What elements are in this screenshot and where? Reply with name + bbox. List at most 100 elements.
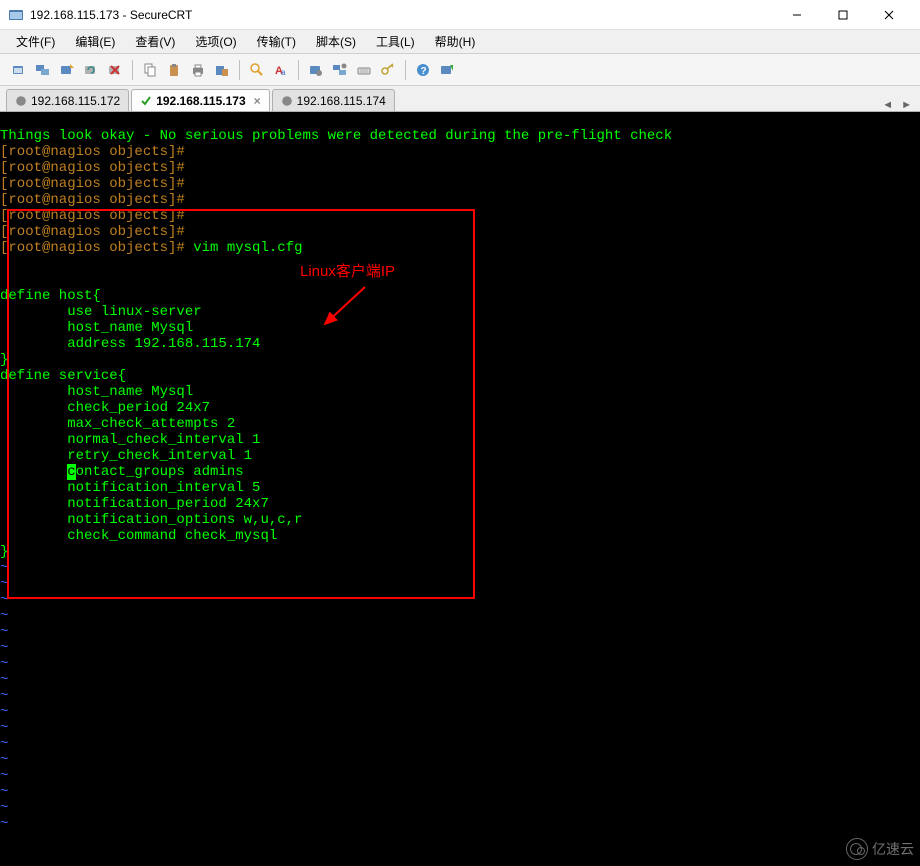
watermark-text: 亿速云 xyxy=(872,841,914,857)
toolbar-separator xyxy=(405,60,406,80)
app-icon xyxy=(8,7,24,23)
terminal-prompt: [root@nagios objects]# xyxy=(0,224,185,240)
bullet-icon xyxy=(15,95,27,107)
vim-tilde: ~ xyxy=(0,752,8,768)
menu-file[interactable]: 文件(F) xyxy=(8,31,63,52)
key-icon[interactable] xyxy=(377,59,399,81)
cfg-line: notification_interval 5 xyxy=(0,480,260,496)
cfg-line: check_command check_mysql xyxy=(0,528,277,544)
blank-line xyxy=(0,272,8,288)
cfg-line: notification_options w,u,c,r xyxy=(0,512,302,528)
paste-icon[interactable] xyxy=(163,59,185,81)
toolbar-separator xyxy=(298,60,299,80)
toolbar-separator xyxy=(132,60,133,80)
watermark: 亿速云 xyxy=(846,838,914,860)
terminal-prompt: [root@nagios objects]# xyxy=(0,240,185,256)
about-icon[interactable] xyxy=(436,59,458,81)
vim-tilde: ~ xyxy=(0,624,8,640)
cursor: c xyxy=(67,464,75,480)
global-options-icon[interactable] xyxy=(329,59,351,81)
window-title: 192.168.115.173 - SecureCRT xyxy=(30,8,774,22)
watermark-logo-icon xyxy=(846,838,868,860)
cfg-line: check_period 24x7 xyxy=(0,400,210,416)
vim-tilde: ~ xyxy=(0,576,8,592)
tab-prev-icon[interactable]: ◄ xyxy=(882,99,893,111)
cfg-line: } xyxy=(0,352,8,368)
terminal-prompt: [root@nagios objects]# xyxy=(0,144,185,160)
cfg-line: normal_check_interval 1 xyxy=(0,432,260,448)
toolbar-separator xyxy=(239,60,240,80)
toolbar: Aa ? xyxy=(0,54,920,86)
bullet-icon xyxy=(281,95,293,107)
paste-clipboard-icon[interactable] xyxy=(211,59,233,81)
annotation-label: Linux客户端IP xyxy=(300,264,395,280)
terminal-command xyxy=(185,240,193,256)
keyboard-icon[interactable] xyxy=(353,59,375,81)
cfg-line: retry_check_interval 1 xyxy=(0,448,252,464)
tabbar: 192.168.115.172 192.168.115.173 × 192.16… xyxy=(0,86,920,112)
cfg-line: host_name Mysql xyxy=(0,320,193,336)
terminal-prompt: [root@nagios objects]# xyxy=(0,192,185,208)
menu-help[interactable]: 帮助(H) xyxy=(427,31,484,52)
reconnect-icon[interactable] xyxy=(80,59,102,81)
tab-next-icon[interactable]: ► xyxy=(901,99,912,111)
terminal-command: vim mysql.cfg xyxy=(193,240,302,256)
terminal-prompt: [root@nagios objects]# xyxy=(0,208,185,224)
vim-tilde: ~ xyxy=(0,560,8,576)
cfg-line: host_name Mysql xyxy=(0,384,193,400)
svg-text:?: ? xyxy=(421,66,427,77)
titlebar: 192.168.115.173 - SecureCRT xyxy=(0,0,920,30)
terminal[interactable]: Things look okay - No serious problems w… xyxy=(0,112,920,866)
copy-icon[interactable] xyxy=(139,59,161,81)
maximize-button[interactable] xyxy=(820,0,866,30)
tab-session-2[interactable]: 192.168.115.173 × xyxy=(131,89,269,111)
vim-tilde: ~ xyxy=(0,704,8,720)
vim-tilde: ~ xyxy=(0,736,8,752)
vim-tilde: ~ xyxy=(0,816,8,832)
terminal-prompt: [root@nagios objects]# xyxy=(0,176,185,192)
print-icon[interactable] xyxy=(187,59,209,81)
terminal-prompt: [root@nagios objects]# xyxy=(0,160,185,176)
cfg-line: define service{ xyxy=(0,368,126,384)
cfg-line: max_check_attempts 2 xyxy=(0,416,235,432)
minimize-button[interactable] xyxy=(774,0,820,30)
check-icon xyxy=(140,95,152,107)
cfg-line: use linux-server xyxy=(0,304,202,320)
session-options-icon[interactable] xyxy=(305,59,327,81)
svg-text:a: a xyxy=(281,68,286,77)
tab-session-3[interactable]: 192.168.115.174 xyxy=(272,89,395,111)
vim-tilde: ~ xyxy=(0,784,8,800)
blank-line xyxy=(0,256,8,272)
menu-view[interactable]: 查看(V) xyxy=(127,31,183,52)
close-tab-icon[interactable]: × xyxy=(254,94,261,108)
cfg-line: define host{ xyxy=(0,288,101,304)
vim-tilde: ~ xyxy=(0,688,8,704)
menu-tools[interactable]: 工具(L) xyxy=(368,31,423,52)
multi-session-icon[interactable] xyxy=(32,59,54,81)
quick-connect-icon[interactable] xyxy=(56,59,78,81)
font-icon[interactable]: Aa xyxy=(270,59,292,81)
annotation-arrow-icon xyxy=(320,282,380,342)
close-button[interactable] xyxy=(866,0,912,30)
disconnect-icon[interactable] xyxy=(104,59,126,81)
vim-tilde: ~ xyxy=(0,640,8,656)
terminal-output: Things look okay - No serious problems w… xyxy=(0,128,672,144)
cfg-line: ontact_groups admins xyxy=(76,464,244,480)
new-session-icon[interactable] xyxy=(8,59,30,81)
menu-script[interactable]: 脚本(S) xyxy=(308,31,364,52)
cfg-line: address 192.168.115.174 xyxy=(0,336,260,352)
cfg-line xyxy=(0,464,67,480)
vim-tilde: ~ xyxy=(0,672,8,688)
vim-tilde: ~ xyxy=(0,608,8,624)
vim-tilde: ~ xyxy=(0,768,8,784)
menu-options[interactable]: 选项(O) xyxy=(187,31,244,52)
menu-transfer[interactable]: 传输(T) xyxy=(249,31,304,52)
find-icon[interactable] xyxy=(246,59,268,81)
menubar: 文件(F) 编辑(E) 查看(V) 选项(O) 传输(T) 脚本(S) 工具(L… xyxy=(0,30,920,54)
help-icon[interactable]: ? xyxy=(412,59,434,81)
tab-label: 192.168.115.174 xyxy=(297,94,386,108)
vim-tilde: ~ xyxy=(0,592,8,608)
tab-session-1[interactable]: 192.168.115.172 xyxy=(6,89,129,111)
menu-edit[interactable]: 编辑(E) xyxy=(67,31,123,52)
cfg-line: notification_period 24x7 xyxy=(0,496,269,512)
